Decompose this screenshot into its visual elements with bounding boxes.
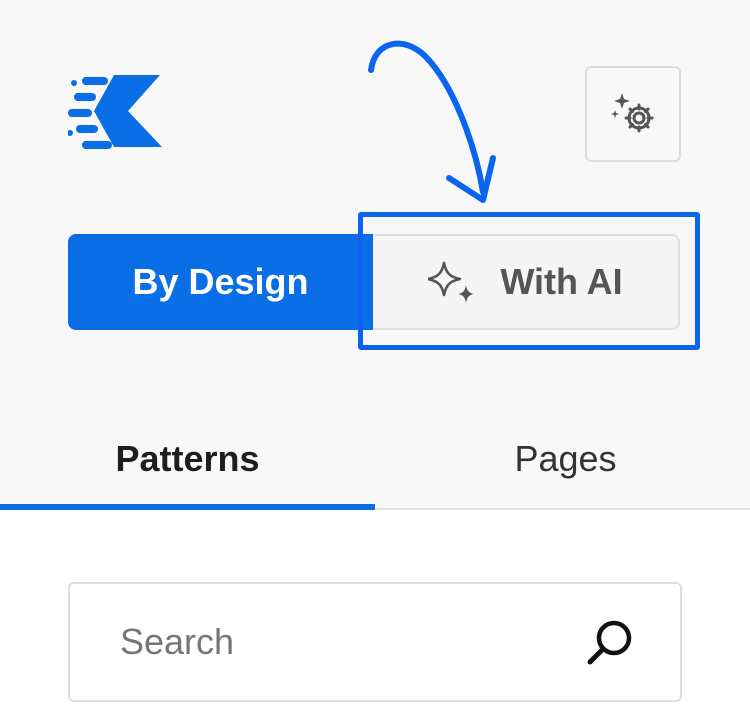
tab-bar: Patterns Pages bbox=[0, 420, 750, 510]
active-tab-indicator bbox=[0, 504, 375, 510]
tab-pages[interactable]: Pages bbox=[378, 420, 750, 510]
mode-toggle: By Design With AI bbox=[68, 234, 680, 330]
sparkles-icon bbox=[428, 261, 475, 303]
search-icon-graphic bbox=[587, 620, 632, 665]
sparkle-gear-icon bbox=[611, 93, 654, 133]
search-icon[interactable] bbox=[586, 618, 634, 666]
with-ai-label: With AI bbox=[500, 261, 623, 302]
tab-patterns-label: Patterns bbox=[115, 438, 260, 479]
speed-k-logo-icon bbox=[67, 75, 162, 149]
by-design-label: By Design bbox=[132, 261, 309, 302]
logo bbox=[67, 75, 164, 151]
search-box bbox=[68, 582, 682, 702]
search-input[interactable] bbox=[120, 621, 586, 663]
with-ai-button[interactable]: With AI bbox=[373, 234, 680, 330]
annotation-arrow bbox=[368, 40, 496, 203]
ai-settings-button[interactable] bbox=[585, 66, 681, 162]
tab-patterns[interactable]: Patterns bbox=[0, 420, 375, 510]
by-design-button[interactable]: By Design bbox=[68, 234, 373, 330]
tab-pages-label: Pages bbox=[514, 438, 617, 479]
content-area bbox=[0, 510, 750, 711]
